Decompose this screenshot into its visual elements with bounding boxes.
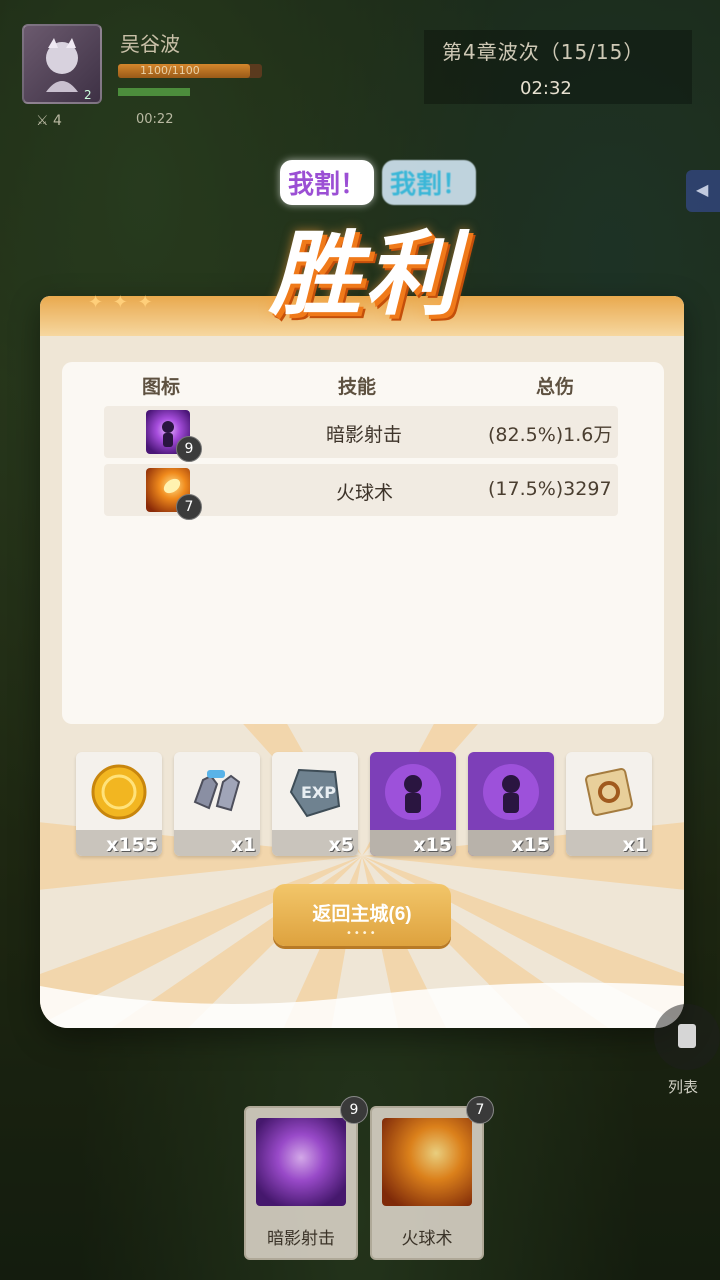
reward-qty: x5: [328, 834, 354, 856]
reward-item[interactable]: x15: [370, 752, 456, 856]
battle-clock: 02:32: [520, 78, 572, 99]
dock-skill-name: 火球术: [401, 1229, 453, 1249]
gold-coin-icon: [91, 764, 147, 820]
player-name: 吴谷波: [120, 32, 180, 56]
reward-item[interactable]: x1: [174, 752, 260, 856]
reward-item[interactable]: x155: [76, 752, 162, 856]
xp-bar: [118, 88, 190, 96]
skill-name: 暗影射击: [326, 424, 403, 446]
fireball-icon: [382, 1118, 472, 1206]
list-label: 列表: [668, 1078, 699, 1096]
dock-skill-level: 9: [340, 1096, 368, 1124]
shadow-skill-icon: [483, 764, 539, 820]
reward-qty: x1: [230, 834, 256, 856]
player-level: 2: [84, 88, 92, 102]
button-dots-decoration: ••••: [346, 928, 378, 939]
chevron-left-icon: ◀: [696, 180, 709, 199]
side-expand-tab[interactable]: ◀: [686, 170, 720, 212]
reward-item[interactable]: EXP x5: [272, 752, 358, 856]
reward-qty: x15: [413, 834, 452, 856]
exp-stone-icon: EXP: [289, 768, 341, 818]
reward-qty: x1: [622, 834, 648, 856]
skill-level-badge: 9: [176, 436, 202, 462]
skill-damage: (82.5%)1.6万: [488, 424, 613, 446]
reward-item[interactable]: x1: [566, 752, 652, 856]
reward-item[interactable]: x15: [468, 752, 554, 856]
dock-skill-card[interactable]: 暗影射击: [244, 1106, 358, 1260]
card-bottom-wave: [40, 982, 684, 1028]
chat-bubble-faded: 我割！: [382, 160, 477, 205]
chat-bubble: 我割！: [280, 160, 375, 205]
skill-damage: (17.5%)3297: [488, 478, 612, 500]
reward-qty: x155: [106, 834, 158, 856]
avatar-portrait-icon: [46, 38, 78, 92]
list-button[interactable]: [654, 1004, 720, 1070]
victory-title: 胜利: [268, 221, 461, 328]
sword-icon: ⚔: [36, 113, 49, 129]
shadow-shot-icon: [256, 1118, 346, 1206]
reward-qty: x15: [511, 834, 550, 856]
dock-skill-name: 暗影射击: [267, 1229, 335, 1249]
col-header-icon: 图标: [142, 376, 181, 398]
sparkle-decoration: ✦ ✦ ✦: [88, 292, 155, 313]
kill-count-value: 4: [53, 113, 62, 129]
card-list-icon: [678, 1024, 696, 1048]
dock-skill-level: 7: [466, 1096, 494, 1124]
col-header-damage: 总伤: [536, 376, 575, 398]
skill-level-badge: 7: [176, 494, 202, 520]
elapsed-time-small: 00:22: [136, 112, 174, 127]
skill-name: 火球术: [336, 482, 394, 504]
shadow-skill-icon: [385, 764, 441, 820]
hp-text: 1100/1100: [140, 64, 200, 77]
gauntlet-icon: [193, 770, 241, 812]
col-header-skill: 技能: [338, 376, 377, 398]
dock-skill-card[interactable]: 火球术: [370, 1106, 484, 1260]
svg-text:EXP: EXP: [301, 783, 336, 802]
wave-indicator: 第4章波次（15/15）: [442, 40, 645, 64]
kill-count: ⚔ 4: [36, 113, 62, 129]
scroll-icon: [585, 768, 633, 816]
